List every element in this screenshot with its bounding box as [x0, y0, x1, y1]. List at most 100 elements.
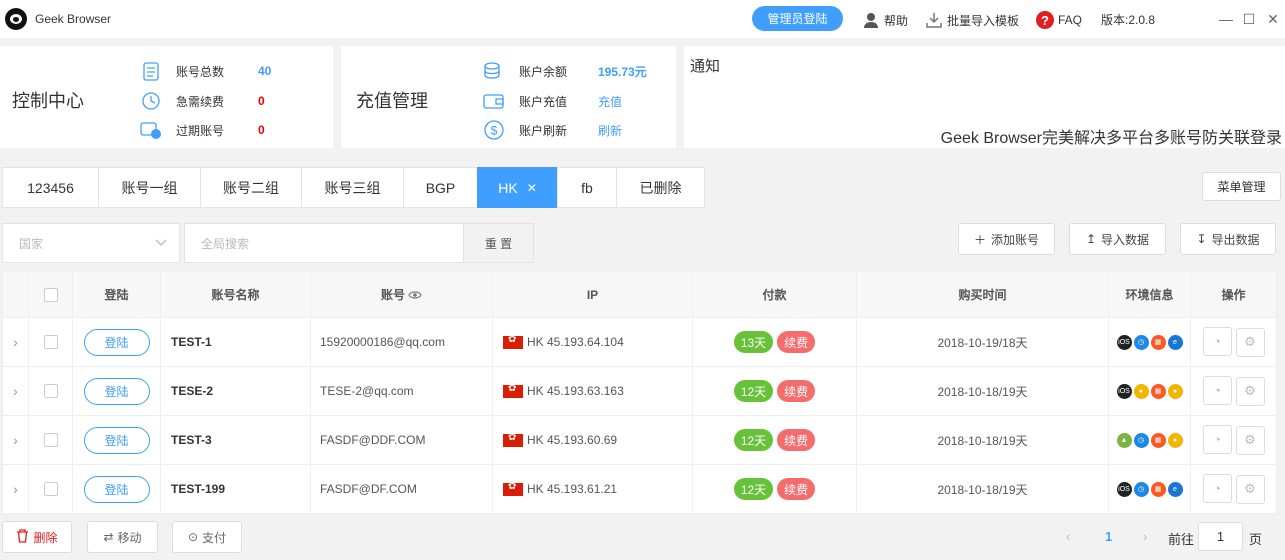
tab-deleted[interactable]: 已删除 — [616, 167, 705, 208]
tab-fb[interactable]: fb — [557, 167, 616, 208]
notice-card: 通知 Geek Browser完美解决多平台多账号防关联登录 — [684, 46, 1285, 148]
admin-login-button[interactable]: 管理员登陆 — [752, 6, 843, 31]
gear-icon[interactable]: ⚙ — [1235, 425, 1265, 455]
cookie-icon[interactable]: ◔ — [1202, 376, 1232, 406]
next-page-icon[interactable]: › — [1143, 529, 1147, 544]
renew-button[interactable]: 续费 — [777, 331, 816, 353]
tab-group-3[interactable]: 账号三组 — [301, 167, 403, 208]
tab-hk[interactable]: HK ✕ — [477, 167, 557, 208]
table-row: › 登陆 TESE-2 TESE-2@qq.com HK 45.193.63.1… — [2, 366, 1277, 416]
expand-cell[interactable]: › — [2, 415, 29, 465]
chrome-icon: ● — [1133, 383, 1149, 399]
login-button[interactable]: 登陆 — [83, 328, 150, 356]
expired-accounts-value: 0 — [258, 123, 265, 137]
account-name: TESE-2 — [160, 366, 311, 416]
expand-cell[interactable]: › — [2, 464, 29, 514]
urgent-renew-value: 0 — [258, 94, 265, 108]
row-checkbox[interactable] — [43, 335, 58, 350]
import-template-label: 批量导入模板 — [947, 13, 1020, 28]
cookie-icon[interactable]: ◔ — [1202, 474, 1232, 504]
row-checkbox[interactable] — [43, 384, 58, 399]
table-header-row: 登陆 账号名称 账号 IP 付款 购买时间 环境信息 操作 — [2, 271, 1277, 318]
import-data-button[interactable]: ↥ 导入数据 — [1069, 223, 1166, 255]
login-button[interactable]: 登陆 — [83, 377, 150, 405]
prev-page-icon[interactable]: ‹ — [1066, 529, 1070, 544]
renew-button[interactable]: 续费 — [777, 380, 816, 402]
version-label: 版本:2.0.8 — [1101, 13, 1156, 27]
export-data-label: 导出数据 — [1211, 232, 1260, 247]
close-icon[interactable]: ✕ — [1266, 11, 1280, 27]
operation-cell: ◔ ⚙ — [1190, 366, 1277, 416]
faq-link[interactable]: ? FAQ — [1036, 11, 1082, 29]
row-checkbox[interactable] — [43, 433, 58, 448]
chevron-right-icon[interactable]: › — [13, 383, 18, 399]
svg-text:?: ? — [1041, 13, 1049, 28]
recharge-title: 充值管理 — [356, 91, 428, 111]
account-name: TEST-3 — [160, 415, 311, 465]
cookie-icon[interactable]: ◔ — [1202, 425, 1232, 455]
tab-label: fb — [581, 179, 593, 196]
delete-button[interactable]: 删除 — [2, 521, 72, 553]
chevron-right-icon[interactable]: › — [13, 432, 18, 448]
search-input[interactable]: 全局搜索 — [184, 223, 464, 263]
login-header: 登陆 — [72, 271, 161, 318]
refresh-action-link[interactable]: 刷新 — [598, 122, 622, 139]
reset-button[interactable]: 重 置 — [463, 223, 534, 263]
card-clock-icon — [140, 119, 162, 141]
renew-button[interactable]: 续费 — [777, 429, 816, 451]
row-checkbox[interactable] — [43, 482, 58, 497]
tab-bgp[interactable]: BGP — [403, 167, 477, 208]
safari-icon: ◷ — [1133, 481, 1149, 497]
payment-cell: 12天 续费 — [692, 464, 857, 514]
tab-group-2[interactable]: 账号二组 — [200, 167, 301, 208]
tab-close-icon[interactable]: ✕ — [527, 181, 537, 195]
expand-cell[interactable]: › — [2, 366, 29, 416]
current-page[interactable]: 1 — [1105, 529, 1112, 544]
tab-group-1[interactable]: 账号一组 — [98, 167, 200, 208]
login-button[interactable]: 登陆 — [83, 475, 150, 503]
add-account-button[interactable]: ＋ 添加账号 — [958, 223, 1055, 255]
menu-manage-button[interactable]: 菜单管理 — [1202, 172, 1281, 201]
move-button[interactable]: ⇄ 移动 — [87, 521, 158, 553]
select-cell — [28, 317, 73, 367]
chevron-right-icon[interactable]: › — [13, 481, 18, 497]
tab-123456[interactable]: 123456 — [2, 167, 98, 208]
add-account-label: 添加账号 — [991, 232, 1040, 247]
recharge-label: 账户充值 — [519, 94, 568, 109]
expand-cell[interactable]: › — [2, 317, 29, 367]
chevron-right-icon[interactable]: › — [13, 334, 18, 350]
minimize-icon[interactable]: — — [1219, 11, 1233, 27]
coins-icon — [483, 60, 505, 82]
cookie-icon[interactable]: ◔ — [1202, 327, 1232, 357]
expired-accounts-stat: 过期账号 0 — [140, 119, 265, 141]
gear-icon[interactable]: ⚙ — [1235, 474, 1265, 504]
account-email: TESE-2@qq.com — [310, 366, 493, 416]
pay-button[interactable]: ⊙ 支付 — [172, 521, 242, 553]
login-cell: 登陆 — [72, 317, 161, 367]
select-all-checkbox[interactable] — [43, 287, 58, 302]
account-email: FASDF@DF.COM — [310, 464, 493, 514]
gear-icon[interactable]: ⚙ — [1235, 327, 1265, 357]
delete-label: 删除 — [33, 530, 58, 545]
country-select[interactable]: 国家 — [2, 223, 180, 263]
eye-icon[interactable] — [408, 289, 422, 303]
page-jump-input[interactable]: 1 — [1198, 522, 1243, 551]
safari-icon: ◷ — [1133, 432, 1149, 448]
help-link[interactable]: 帮助 — [862, 11, 908, 29]
ie-icon: e — [1167, 334, 1183, 350]
account-header-label: 账号 — [380, 288, 405, 302]
refresh-stat: $ 账户刷新 刷新 — [483, 119, 622, 141]
ip-header: IP — [492, 271, 693, 318]
recharge-action-link[interactable]: 充值 — [598, 93, 622, 110]
renew-button[interactable]: 续费 — [777, 478, 816, 500]
login-button[interactable]: 登陆 — [83, 426, 150, 454]
operation-cell: ◔ ⚙ — [1190, 415, 1277, 465]
question-icon: ? — [1036, 11, 1054, 29]
operation-cell: ◔ ⚙ — [1190, 464, 1277, 514]
export-data-button[interactable]: ↧ 导出数据 — [1180, 223, 1276, 255]
gear-icon[interactable]: ⚙ — [1235, 376, 1265, 406]
import-template-link[interactable]: 批量导入模板 — [925, 11, 1019, 29]
maximize-icon[interactable]: ☐ — [1242, 11, 1256, 27]
ie-icon: e — [1167, 481, 1183, 497]
ip-cell: HK 45.193.61.21 — [492, 464, 693, 514]
